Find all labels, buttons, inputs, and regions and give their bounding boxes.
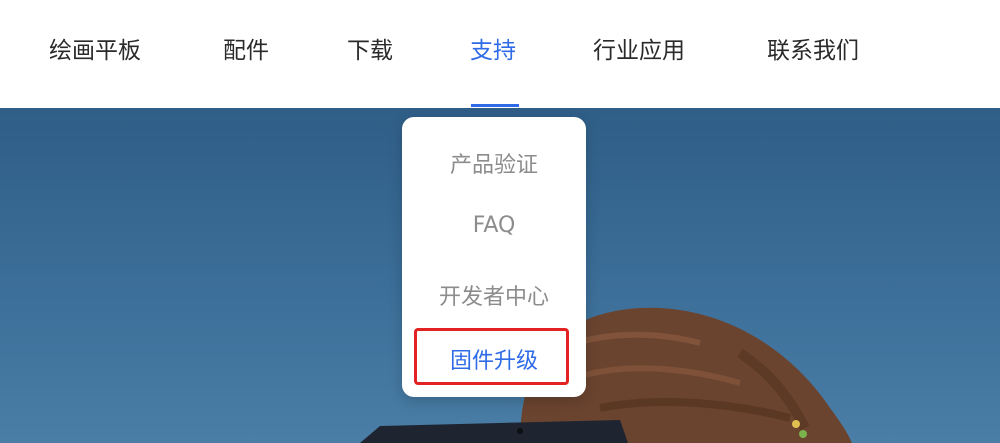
top-nav: 绘画平板 配件 下载 支持 行业应用 联系我们 bbox=[0, 0, 1000, 108]
tablet-shape bbox=[360, 420, 628, 443]
nav-item-contact[interactable]: 联系我们 bbox=[767, 33, 859, 69]
nav-item-accessories[interactable]: 配件 bbox=[223, 33, 269, 69]
menu-item-product-verification[interactable]: 产品验证 bbox=[402, 147, 586, 179]
menu-item-developer-center[interactable]: 开发者中心 bbox=[402, 279, 586, 311]
highlight-annotation-box bbox=[414, 328, 569, 385]
nav-item-industry[interactable]: 行业应用 bbox=[593, 33, 685, 69]
nav-item-tablets[interactable]: 绘画平板 bbox=[49, 33, 141, 69]
nav-item-support[interactable]: 支持 bbox=[470, 33, 516, 69]
nav-item-downloads[interactable]: 下载 bbox=[347, 33, 393, 69]
menu-item-faq[interactable]: FAQ bbox=[402, 213, 586, 238]
active-tab-underline bbox=[471, 104, 519, 107]
